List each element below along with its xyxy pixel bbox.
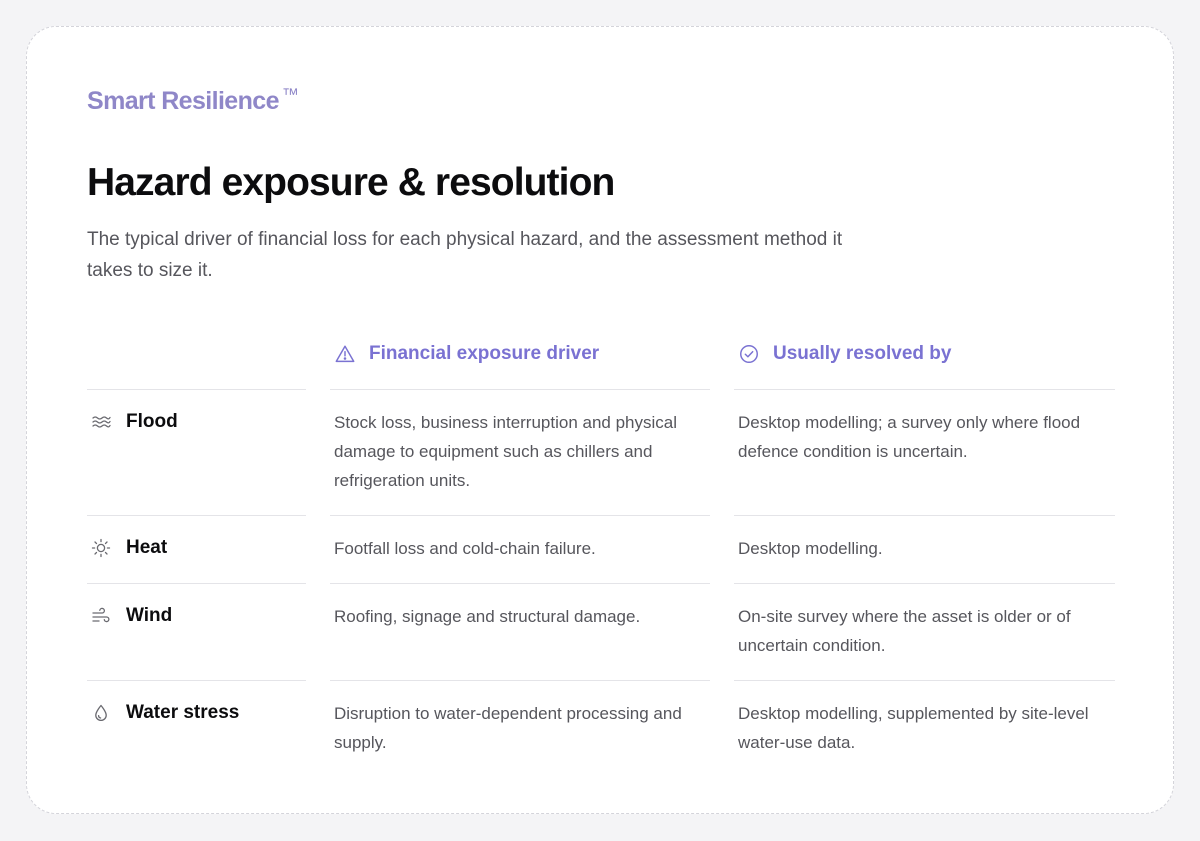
column-header-driver-label: Financial exposure driver: [369, 343, 600, 364]
brand-name: Smart Resilience: [87, 87, 279, 115]
table-row: Heat Footfall loss and cold-chain failur…: [87, 515, 1115, 583]
column-header-driver: Financial exposure driver: [334, 343, 599, 365]
driver-cell: Roofing, signage and structural damage.: [330, 583, 710, 680]
waves-icon: [91, 412, 111, 432]
table-row: Water stress Disruption to water-depende…: [87, 680, 1115, 777]
column-header-resolved-label: Usually resolved by: [773, 343, 952, 364]
resolved-cell: Desktop modelling, supplemented by site-…: [734, 680, 1115, 777]
resolved-cell: On-site survey where the asset is older …: [734, 583, 1115, 680]
hazard-name: Flood: [126, 411, 178, 432]
hazard-cell: Flood: [87, 389, 306, 515]
brand-trademark: ™: [281, 85, 299, 104]
driver-cell: Stock loss, business interruption and ph…: [330, 389, 710, 515]
driver-cell: Disruption to water-dependent processing…: [330, 680, 710, 777]
hazard-table: Flood Stock loss, business interruption …: [87, 389, 1115, 777]
driver-cell: Footfall loss and cold-chain failure.: [330, 515, 710, 583]
droplet-icon: [91, 703, 111, 723]
sun-icon: [91, 538, 111, 558]
check-circle-icon: [738, 343, 760, 365]
hazard-name: Heat: [126, 537, 168, 558]
resolved-cell: Desktop modelling; a survey only where f…: [734, 389, 1115, 515]
hazard-cell: Heat: [87, 515, 306, 583]
column-header-resolved: Usually resolved by: [738, 343, 951, 365]
hazard-cell: Water stress: [87, 680, 306, 777]
hazard-name: Water stress: [126, 702, 240, 723]
page-subtitle: The typical driver of financial loss for…: [87, 229, 843, 281]
hazard-name: Wind: [126, 605, 173, 626]
hazard-card: Smart Resilience ™ Hazard exposure & reso…: [26, 26, 1174, 814]
table-row: Flood Stock loss, business interruption …: [87, 389, 1115, 515]
warning-triangle-icon: [334, 343, 356, 365]
hazard-cell: Wind: [87, 583, 306, 680]
resolved-cell: Desktop modelling.: [734, 515, 1115, 583]
wind-icon: [91, 606, 111, 626]
table-row: Wind Roofing, signage and structural dam…: [87, 583, 1115, 680]
page-title: Hazard exposure & resolution: [87, 161, 615, 204]
brand-logo: Smart Resilience ™: [87, 85, 299, 116]
